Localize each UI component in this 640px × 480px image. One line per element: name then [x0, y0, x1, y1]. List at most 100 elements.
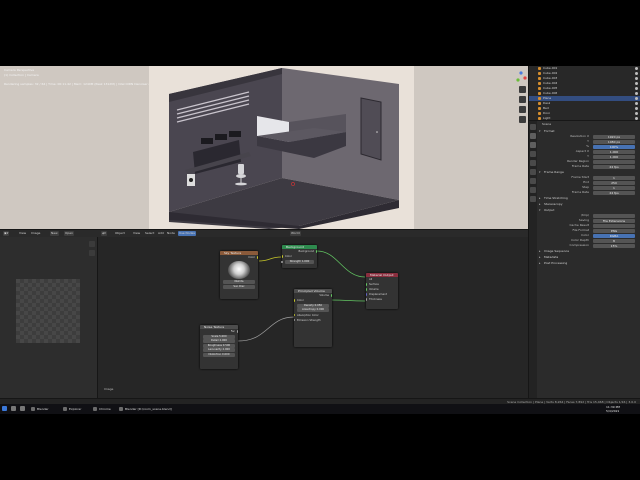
panel-header[interactable]: Post Processing [538, 260, 640, 266]
render-preview[interactable] [149, 66, 414, 229]
view-layer-tab-icon[interactable] [530, 151, 536, 157]
hand-icon[interactable] [519, 96, 526, 103]
sun-disc-field[interactable]: Sun Disc [223, 284, 255, 289]
scale-field[interactable]: Scale 5.000 [203, 334, 235, 339]
3d-viewport[interactable]: Camera Perspective (1) Collection | Came… [0, 66, 528, 229]
search-icon[interactable] [11, 406, 16, 411]
socket-color-out[interactable]: Color [220, 255, 258, 260]
grid-icon[interactable] [519, 116, 526, 123]
node-editor[interactable]: Sky Texture Color Nishita Sun Disc Backg… [98, 237, 528, 398]
property-field[interactable]: 1 [593, 185, 635, 190]
menu-object[interactable]: Object [114, 231, 126, 236]
property-field[interactable]: 1920 px [593, 134, 635, 139]
hand-icon[interactable] [89, 250, 95, 256]
world-tab-icon[interactable] [530, 169, 536, 175]
menu-add[interactable]: Add [157, 231, 165, 236]
eye-icon[interactable] [635, 97, 638, 100]
eye-icon[interactable] [635, 112, 638, 115]
eye-icon[interactable] [635, 72, 638, 75]
socket-color-in[interactable]: Color [282, 254, 317, 259]
property-field[interactable]: 24 fps [593, 164, 635, 169]
taskbar-app[interactable]: Blender [D:\room_scene.blend] [118, 405, 172, 413]
property-field[interactable]: 1.000 [593, 154, 635, 159]
object-icon [538, 67, 541, 70]
node-link [258, 256, 282, 262]
scene-tab-icon[interactable] [530, 160, 536, 166]
object-tab-icon[interactable] [530, 178, 536, 184]
outliner[interactable]: Cube.001 Cube.002 Cube.003 Cube.004 Cube.005… [529, 66, 640, 121]
navigation-gizmo[interactable] [515, 68, 527, 82]
property-field[interactable]: 1 [593, 175, 635, 180]
modifier-tab-icon[interactable] [530, 187, 536, 193]
density-field[interactable]: Density 0.050 [297, 303, 329, 308]
property-field[interactable]: 1080 px [593, 139, 635, 144]
eye-icon[interactable] [635, 107, 638, 110]
sky-type-field[interactable]: Nishita [223, 280, 255, 284]
strength-field[interactable]: Strength 1.000 [281, 259, 314, 264]
property-field[interactable]: 250 [593, 180, 635, 185]
menu-node[interactable]: Node [166, 231, 176, 236]
property-field[interactable] [593, 159, 635, 164]
menu-image[interactable]: Image [30, 231, 41, 236]
object-icon [538, 87, 541, 90]
property-field[interactable]: File Extensions [593, 218, 635, 223]
eye-icon[interactable] [635, 117, 638, 120]
open-image-button[interactable]: Open [64, 231, 75, 236]
eye-icon[interactable] [635, 87, 638, 90]
taskbar-app[interactable]: Chrome [92, 405, 111, 413]
editor-type-button[interactable]: ▣▾ [3, 231, 10, 236]
eye-icon[interactable] [635, 82, 638, 85]
menu-view[interactable]: View [18, 231, 27, 236]
property-field[interactable]: 8 [593, 238, 635, 243]
distortion-field[interactable]: Distortion 0.000 [203, 352, 235, 357]
socket-thickness-in[interactable]: Thickness [366, 297, 398, 302]
roughness-field[interactable]: Roughness 0.500 [203, 343, 235, 348]
socket-fac-out[interactable]: Fac [200, 329, 238, 334]
start-icon[interactable] [2, 406, 7, 411]
task-view-icon[interactable] [20, 406, 25, 411]
image-editor[interactable] [0, 237, 98, 398]
object-icon [538, 112, 541, 115]
property-field[interactable]: 15% [593, 243, 635, 248]
property-field[interactable]: 1.000 [593, 149, 635, 154]
tool-tab-icon[interactable] [530, 124, 536, 130]
menu-view-node[interactable]: View [132, 231, 141, 236]
node-editor-type-button[interactable]: ◈▾ [101, 231, 107, 236]
lacunarity-field[interactable]: Lacunarity 2.000 [203, 348, 235, 352]
detail-field[interactable]: Detail 2.000 [203, 339, 235, 343]
socket-emission-in[interactable]: Emission Strength [294, 318, 332, 323]
node-noise-texture[interactable]: Noise Texture Fac Scale 5.000 Detail 2.0… [200, 325, 238, 369]
node-material-output[interactable]: Material Output All Surface Volume Displ… [366, 273, 398, 309]
render-tab-icon[interactable] [530, 133, 536, 139]
eye-icon[interactable] [635, 77, 638, 80]
taskbar-app[interactable]: Explorer [62, 405, 82, 413]
object-icon [538, 102, 541, 105]
new-image-button[interactable]: New [50, 231, 59, 236]
output-tab-icon[interactable] [530, 142, 536, 148]
taskbar-app[interactable]: Blender [30, 405, 49, 413]
camera-icon[interactable] [519, 106, 526, 113]
eye-icon[interactable] [635, 92, 638, 95]
property-field[interactable]: 24 fps [593, 190, 635, 195]
property-field[interactable]: PNG [593, 228, 635, 233]
node-background[interactable]: Background Background Color Strength 1.0… [281, 245, 317, 268]
socket-color-in[interactable]: Color [294, 298, 332, 303]
material-tab-icon[interactable] [530, 196, 536, 202]
node-link [316, 250, 366, 278]
eye-icon[interactable] [635, 102, 638, 105]
properties-editor: Scene FormatResolution X1920 pxY1080 px%… [529, 121, 640, 398]
anisotropy-field[interactable]: Anisotropy 0.000 [297, 308, 329, 312]
node-sky-texture[interactable]: Sky Texture Color Nishita Sun Disc [220, 251, 258, 299]
property-field[interactable]: RGBA [593, 233, 635, 238]
eye-icon[interactable] [635, 67, 638, 70]
empty-image-canvas[interactable] [16, 279, 80, 343]
node-principled-volume[interactable]: Principled Volume Volume Color Density 0… [294, 289, 332, 347]
property-field[interactable] [593, 213, 635, 218]
zoom-icon[interactable] [89, 241, 95, 247]
use-nodes-toggle[interactable]: Use Nodes [178, 231, 196, 236]
zoom-icon[interactable] [519, 86, 526, 93]
property-field[interactable] [593, 223, 635, 228]
property-field[interactable]: 100% [593, 144, 635, 149]
menu-select[interactable]: Select [144, 231, 155, 236]
world-selector[interactable]: World [290, 231, 301, 236]
